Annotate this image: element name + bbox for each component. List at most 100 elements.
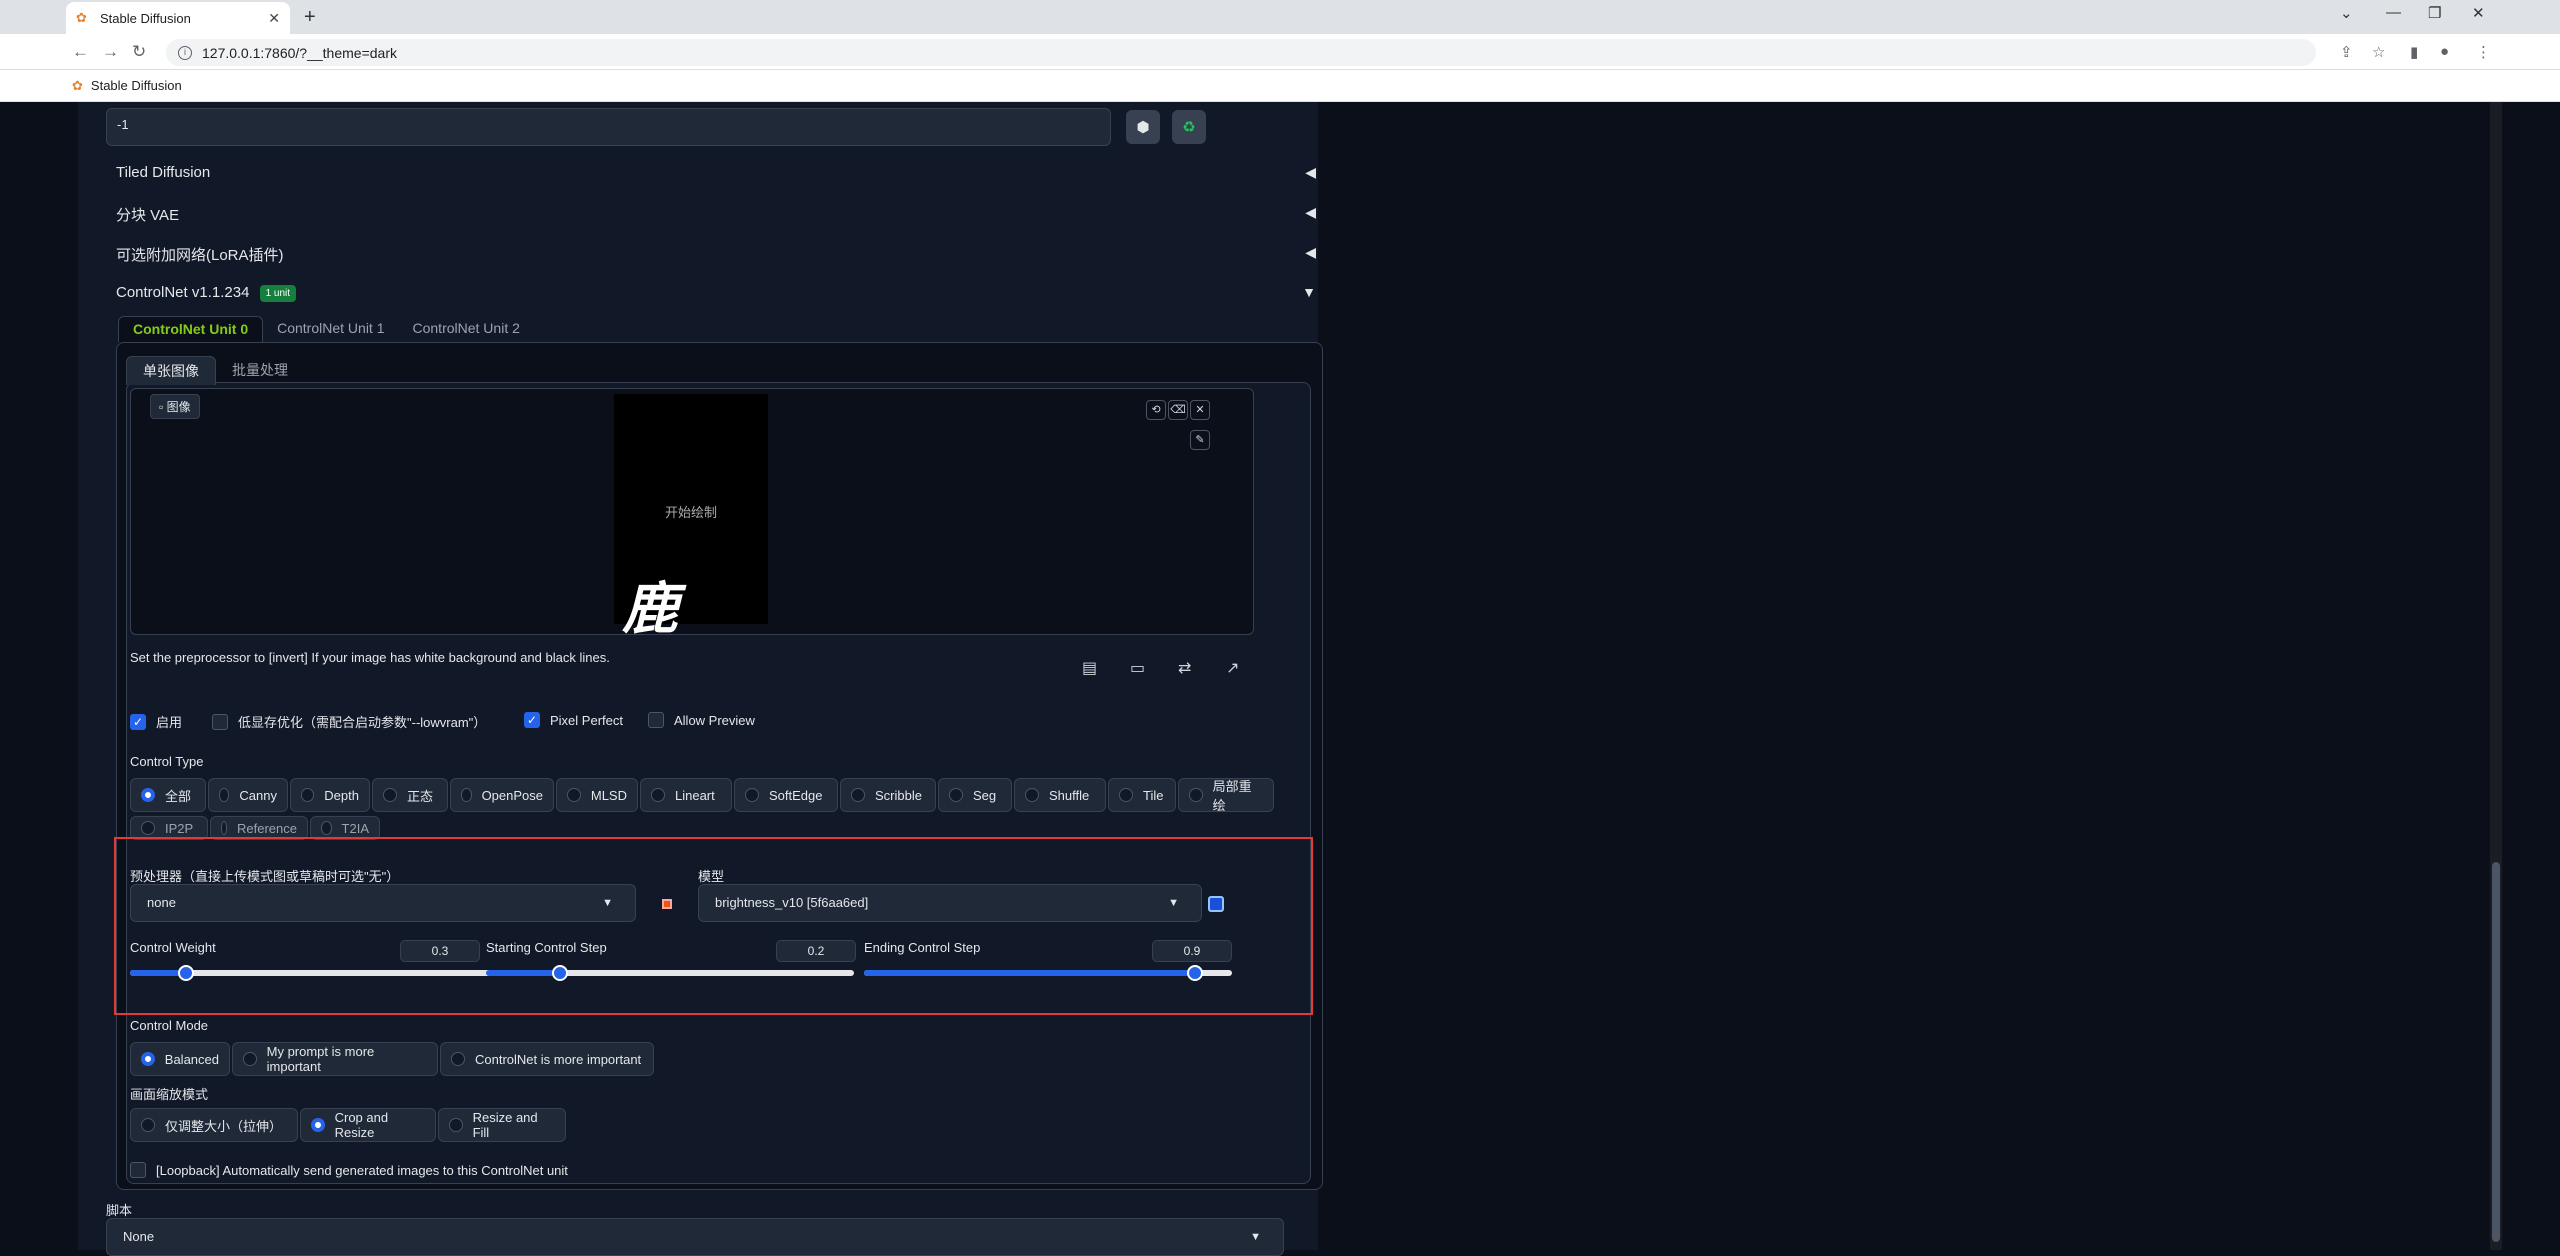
accordion-controlnet[interactable]: ControlNet v1.1.234 1 unit ▼ <box>116 284 1316 302</box>
model-dropdown[interactable]: brightness_v10 [5f6aa6ed] ▼ <box>698 884 1202 922</box>
url-bar[interactable]: i 127.0.0.1:7860/?__theme=dark <box>166 39 2316 66</box>
control-mode-prompt[interactable]: My prompt is more important <box>232 1042 438 1076</box>
pixel-perfect-checkbox[interactable]: ✓ Pixel Perfect <box>524 712 623 728</box>
bookmark-favicon-icon: ✿ <box>72 77 83 93</box>
chevron-down-icon: ▼ <box>1250 1231 1261 1243</box>
radio-icon <box>1025 788 1039 802</box>
control-type-openpose[interactable]: OpenPose <box>450 778 554 812</box>
back-icon[interactable]: ← <box>72 42 89 62</box>
tab-unit-0[interactable]: ControlNet Unit 0 <box>118 316 264 342</box>
control-type-scribble[interactable]: Scribble <box>840 778 936 812</box>
highlight-box <box>114 837 1313 1015</box>
tab-single-image[interactable]: 单张图像 <box>126 356 216 385</box>
forward-icon[interactable]: → <box>102 42 119 62</box>
page-scrollbar[interactable] <box>2490 102 2502 1250</box>
send-dimensions-icon[interactable]: ↗ <box>1226 658 1239 678</box>
radio-icon <box>449 1118 463 1132</box>
browser-tabbar: ✿ Stable Diffusion ✕ + ⌄ — ❐ ✕ <box>0 0 2560 34</box>
swap-icon[interactable]: ⇄ <box>1178 658 1191 678</box>
eraser-icon[interactable]: ⌫ <box>1168 400 1188 420</box>
tab-search-icon[interactable]: ⌄ <box>2340 4 2353 22</box>
control-type-mlsd[interactable]: MLSD <box>556 778 638 812</box>
accordion-tiled-vae[interactable]: 分块 VAE ◀ <box>116 204 1316 225</box>
starting-step-slider[interactable] <box>486 965 854 981</box>
control-mode-label: Control Mode <box>130 1018 209 1033</box>
site-info-icon[interactable]: i <box>178 45 192 60</box>
tab-unit-1[interactable]: ControlNet Unit 1 <box>263 316 398 342</box>
close-window-icon[interactable]: ✕ <box>2472 4 2485 22</box>
resize-mode-stretch[interactable]: 仅调整大小（拉伸） <box>130 1108 298 1142</box>
control-type-normal[interactable]: 正态 <box>372 778 448 812</box>
new-canvas-icon[interactable]: ▤ <box>1082 658 1097 678</box>
control-type-canny[interactable]: Canny <box>208 778 288 812</box>
accordion-tiled-diffusion[interactable]: Tiled Diffusion ◀ <box>116 164 1316 181</box>
lowvram-checkbox[interactable]: 低显存优化（需配合启动参数"--lowvram"） <box>212 712 486 731</box>
scrollbar-thumb[interactable] <box>2492 862 2500 1242</box>
bookmark-star-icon[interactable]: ☆ <box>2372 43 2385 61</box>
control-type-shuffle[interactable]: Shuffle <box>1014 778 1106 812</box>
control-mode-balanced[interactable]: Balanced <box>130 1042 230 1076</box>
image-label: ▫ 图像 <box>150 394 200 419</box>
control-type-all[interactable]: 全部 <box>130 778 206 812</box>
seed-input[interactable]: -1 <box>106 108 1111 146</box>
minimize-icon[interactable]: — <box>2386 4 2401 21</box>
enable-checkbox[interactable]: ✓ 启用 <box>130 712 182 731</box>
run-preprocessor-icon[interactable] <box>662 899 672 909</box>
loopback-checkbox[interactable]: [Loopback] Automatically send generated … <box>130 1162 568 1178</box>
restore-icon[interactable]: ❐ <box>2428 4 2441 22</box>
control-type-softedge[interactable]: SoftEdge <box>734 778 838 812</box>
bookmark-stable-diffusion[interactable]: Stable Diffusion <box>91 78 182 93</box>
control-type-depth[interactable]: Depth <box>290 778 370 812</box>
sidepanel-icon[interactable]: ▮ <box>2410 43 2418 61</box>
ending-step-slider[interactable] <box>864 965 1232 981</box>
new-tab-button[interactable]: + <box>304 6 316 29</box>
control-type-seg[interactable]: Seg <box>938 778 1012 812</box>
reuse-seed-recycle-icon[interactable]: ♻ <box>1172 110 1206 144</box>
slider-knob[interactable] <box>551 965 568 981</box>
script-dropdown[interactable]: None ▼ <box>106 1218 1284 1256</box>
webcam-icon[interactable]: ▭ <box>1130 658 1145 678</box>
model-label: 模型 <box>698 869 725 884</box>
mode-tabs: 单张图像 批量处理 <box>126 356 304 385</box>
unit-count-badge: 1 unit <box>259 284 297 302</box>
accordion-lora[interactable]: 可选附加网络(LoRA插件) ◀ <box>116 244 1316 265</box>
menu-icon[interactable]: ⋮ <box>2476 43 2491 61</box>
favicon-icon: ✿ <box>76 10 87 25</box>
page-content: -1 ⬢ ♻ Tiled Diffusion ◀ 分块 VAE ◀ 可选附加网络… <box>58 102 2490 1256</box>
control-type-tile[interactable]: Tile <box>1108 778 1176 812</box>
control-weight-slider[interactable] <box>130 965 500 981</box>
brush-icon[interactable]: ✎ <box>1190 430 1210 450</box>
allow-preview-checkbox[interactable]: Allow Preview <box>648 712 755 728</box>
left-panel: -1 ⬢ ♻ Tiled Diffusion ◀ 分块 VAE ◀ 可选附加网络… <box>78 102 1323 1256</box>
reload-icon[interactable]: ↻ <box>132 42 146 62</box>
starting-step-number[interactable]: 0.2 <box>776 940 856 962</box>
radio-icon <box>243 1052 257 1066</box>
resize-mode-fill[interactable]: Resize and Fill <box>438 1108 566 1142</box>
canvas-hint: 开始绘制 <box>664 505 717 520</box>
slider-knob[interactable] <box>177 965 194 981</box>
image-icon: ▫ <box>159 400 167 414</box>
share-icon[interactable]: ⇪ <box>2340 43 2353 61</box>
tab-unit-2[interactable]: ControlNet Unit 2 <box>399 316 534 342</box>
control-weight-number[interactable]: 0.3 <box>400 940 480 962</box>
refresh-models-icon[interactable] <box>1208 896 1224 912</box>
radio-icon <box>219 788 230 802</box>
resize-mode-crop[interactable]: Crop and Resize <box>300 1108 436 1142</box>
accordion-title: Tiled Diffusion <box>116 164 211 181</box>
control-mode-controlnet[interactable]: ControlNet is more important <box>440 1042 654 1076</box>
control-type-inpaint[interactable]: 局部重绘 <box>1178 778 1274 813</box>
close-tab-icon[interactable]: ✕ <box>268 10 280 27</box>
accordion-title: ControlNet v1.1.234 <box>116 284 250 301</box>
clear-icon[interactable]: ✕ <box>1190 400 1210 420</box>
control-type-lineart[interactable]: Lineart <box>640 778 732 812</box>
drawing-canvas[interactable]: 开始绘制 鹿 <box>614 394 768 642</box>
preprocessor-dropdown[interactable]: none ▼ <box>130 884 636 922</box>
checkbox-checked-icon: ✓ <box>524 712 540 728</box>
browser-tab[interactable]: ✿ Stable Diffusion ✕ <box>66 2 290 34</box>
radio-icon <box>567 788 581 802</box>
profile-icon[interactable]: ● <box>2440 43 2449 60</box>
ending-step-number[interactable]: 0.9 <box>1152 940 1232 962</box>
tab-batch[interactable]: 批量处理 <box>216 356 304 385</box>
random-seed-dice-icon[interactable]: ⬢ <box>1126 110 1160 144</box>
undo-icon[interactable]: ⟲ <box>1146 400 1166 420</box>
